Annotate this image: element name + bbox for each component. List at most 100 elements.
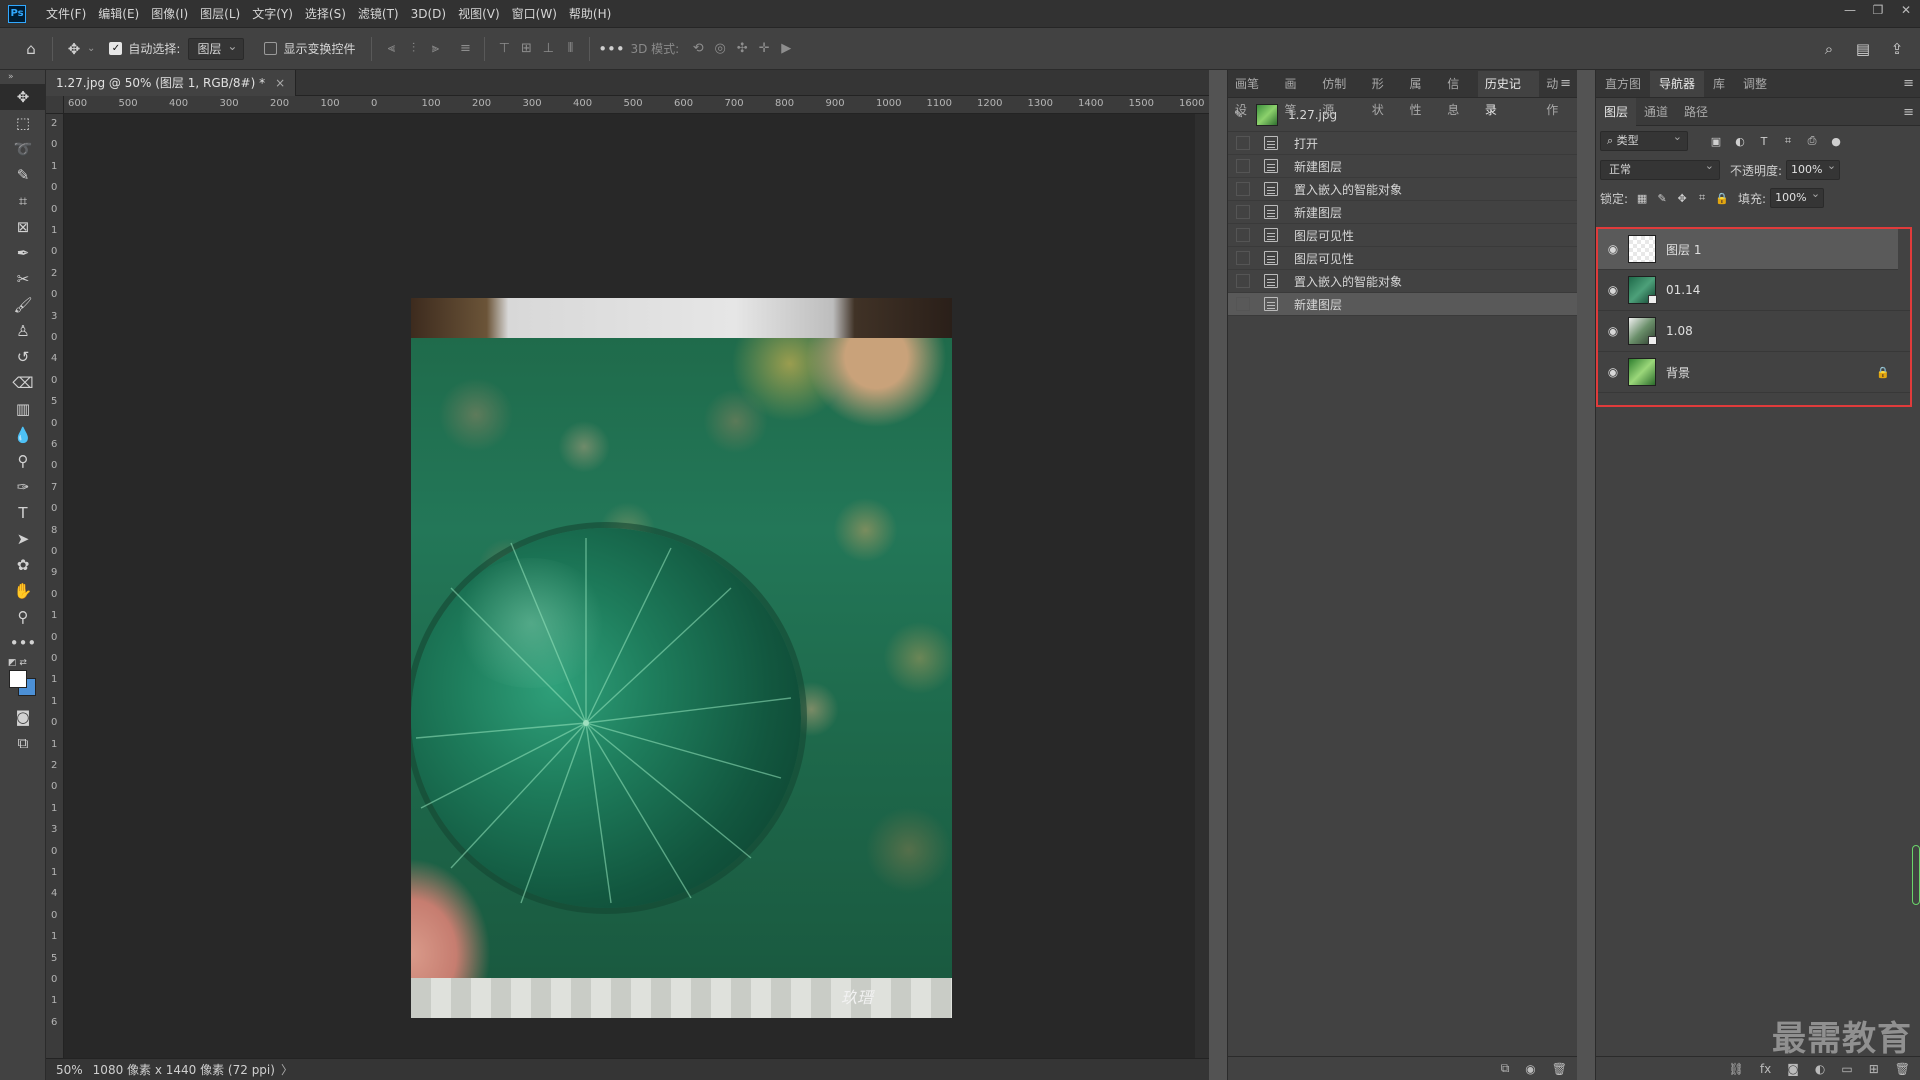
tab-history-panel[interactable]: 动作 — [1539, 71, 1577, 117]
zoom-tool-icon[interactable]: ⚲ — [0, 604, 46, 630]
minimize-icon[interactable]: — — [1836, 0, 1864, 20]
align-center-h-icon[interactable]: ⫶ — [402, 38, 424, 60]
history-brush-source-checkbox[interactable] — [1236, 274, 1250, 288]
tab-navigator-panel[interactable]: 直方图 — [1596, 71, 1650, 97]
create-snapshot-icon[interactable]: ◉ — [1525, 1062, 1535, 1076]
more-tools-icon[interactable]: ••• — [0, 630, 46, 656]
3d-drag-icon[interactable]: ✣ — [731, 38, 753, 60]
eyedropper-tool-icon[interactable]: ✒ — [0, 240, 46, 266]
tab-history-panel[interactable]: 历史记录 — [1477, 71, 1540, 117]
layer-row[interactable]: ◉ 背景 🔒 — [1598, 352, 1910, 393]
visibility-eye-icon[interactable]: ◉ — [1598, 242, 1628, 256]
toolbox-collapse-icon[interactable]: » — [0, 70, 45, 84]
panel-scroll-indicator[interactable] — [1912, 845, 1920, 905]
history-brush-tool-icon[interactable]: ↺ — [0, 344, 46, 370]
crop-tool-icon[interactable]: ⌗ — [0, 188, 46, 214]
layers-panel-menu-icon[interactable]: ≡ — [1903, 105, 1914, 120]
menu-item[interactable]: 编辑(E) — [92, 0, 145, 28]
history-brush-source-checkbox[interactable] — [1236, 297, 1250, 311]
frame-tool-icon[interactable]: ⊠ — [0, 214, 46, 240]
chevron-right-icon[interactable]: 〉 — [281, 1061, 293, 1078]
history-item[interactable]: 新建图层 — [1228, 293, 1577, 316]
menu-item[interactable]: 窗口(W) — [506, 0, 563, 28]
share-icon[interactable]: ⇪ — [1884, 36, 1910, 62]
history-item[interactable]: 置入嵌入的智能对象 — [1228, 270, 1577, 293]
link-layers-icon[interactable]: ⛓ — [1729, 1062, 1744, 1076]
menu-item[interactable]: 图层(L) — [194, 0, 246, 28]
panel-menu-icon[interactable]: ≡ — [1560, 76, 1571, 91]
history-item[interactable]: 新建图层 — [1228, 201, 1577, 224]
blur-tool-icon[interactable]: 💧 — [0, 422, 46, 448]
lock-position-icon[interactable]: ✥ — [1672, 188, 1692, 208]
history-item[interactable]: 置入嵌入的智能对象 — [1228, 178, 1577, 201]
path-select-tool-icon[interactable]: ➤ — [0, 526, 46, 552]
quick-mask-icon[interactable]: ◙ — [0, 704, 46, 730]
visibility-eye-icon[interactable]: ◉ — [1598, 324, 1628, 338]
layer-kind-filter[interactable]: ⌕ 类型 — [1600, 128, 1688, 151]
screen-mode-icon[interactable]: ⧉ — [0, 730, 46, 756]
align-right-icon[interactable]: ⫸ — [424, 38, 446, 60]
lock-artboard-icon[interactable]: ⌗ — [1692, 188, 1712, 208]
menu-item[interactable]: 图像(I) — [145, 0, 194, 28]
document-tab[interactable]: 1.27.jpg @ 50% (图层 1, RGB/8#) * × — [46, 70, 297, 96]
tab-history-panel[interactable]: 画笔设 — [1228, 71, 1278, 117]
tab-history-panel[interactable]: 形状 — [1365, 71, 1403, 117]
shape-filter-icon[interactable]: ⌗ — [1776, 131, 1800, 151]
adjustment-layer-icon[interactable]: ◐ — [1815, 1062, 1825, 1076]
panel-menu-icon[interactable]: ≡ — [1903, 76, 1914, 91]
filter-toggle-icon[interactable]: ● — [1824, 131, 1848, 151]
history-item[interactable]: 新建图层 — [1228, 155, 1577, 178]
menu-item[interactable]: 3D(D) — [405, 0, 452, 28]
close-icon[interactable]: ✕ — [1892, 0, 1920, 20]
fill-field[interactable]: 100% — [1770, 185, 1825, 208]
blend-mode-dropdown[interactable]: 正常 — [1600, 157, 1720, 180]
home-icon[interactable]: ⌂ — [18, 36, 44, 62]
vertical-scrollbar[interactable] — [1195, 114, 1209, 1058]
layer-row[interactable]: ◉ 1.08 — [1598, 311, 1910, 352]
delete-layer-icon[interactable]: 🗑 — [1895, 1062, 1910, 1076]
menu-item[interactable]: 滤镜(T) — [352, 0, 405, 28]
type-filter-icon[interactable]: T — [1752, 131, 1776, 151]
align-bottom-icon[interactable]: ⊥ — [537, 38, 559, 60]
ruler-origin[interactable] — [46, 96, 64, 114]
new-document-from-state-icon[interactable]: ⧉ — [1501, 1061, 1510, 1076]
tab-navigator-panel[interactable]: 库 — [1704, 71, 1734, 97]
tab-history-panel[interactable]: 仿制源 — [1315, 71, 1365, 117]
history-brush-source-checkbox[interactable] — [1236, 205, 1250, 219]
3d-slide-icon[interactable]: ✛ — [753, 38, 775, 60]
foreground-color-swatch[interactable] — [9, 670, 27, 688]
hand-tool-icon[interactable]: ✋ — [0, 578, 46, 604]
shape-tool-icon[interactable]: ✿ — [0, 552, 46, 578]
lasso-tool-icon[interactable]: ➰ — [0, 136, 46, 162]
3d-orbit-icon[interactable]: ⟲ — [687, 38, 709, 60]
swap-colors-icon[interactable]: ◩ ⇄ — [8, 658, 27, 668]
distribute-h-icon[interactable]: ≡ — [454, 38, 476, 60]
more-options-icon[interactable]: ••• — [598, 36, 625, 62]
tab-navigator-panel[interactable]: 导航器 — [1650, 71, 1705, 97]
menu-item[interactable]: 文件(F) — [40, 0, 92, 28]
tab-navigator-panel[interactable]: 调整 — [1734, 71, 1776, 97]
3d-camera-icon[interactable]: ▶ — [775, 38, 797, 60]
tab-layers-panel[interactable]: 图层 — [1596, 97, 1637, 126]
show-transform-checkbox[interactable] — [264, 42, 278, 55]
move-tool-icon[interactable]: ✥ — [61, 36, 87, 62]
history-brush-source-checkbox[interactable] — [1236, 159, 1250, 173]
marquee-tool-icon[interactable]: ⬚ — [0, 110, 46, 136]
history-brush-source-checkbox[interactable] — [1236, 182, 1250, 196]
history-item[interactable]: 图层可见性 — [1228, 247, 1577, 270]
adjustment-filter-icon[interactable]: ◐ — [1728, 131, 1752, 151]
menu-item[interactable]: 帮助(H) — [563, 0, 617, 28]
history-item[interactable]: 打开 — [1228, 132, 1577, 155]
history-brush-source-checkbox[interactable] — [1236, 251, 1250, 265]
lock-transparency-icon[interactable]: ▦ — [1632, 188, 1652, 208]
dodge-tool-icon[interactable]: ⚲ — [0, 448, 46, 474]
chevron-down-icon[interactable]: ⌄ — [87, 43, 95, 54]
zoom-level[interactable]: 50% — [56, 1063, 83, 1077]
add-mask-icon[interactable]: ◙ — [1787, 1062, 1799, 1076]
lock-all-icon[interactable]: 🔒 — [1712, 188, 1732, 208]
gradient-tool-icon[interactable]: ▥ — [0, 396, 46, 422]
new-group-icon[interactable]: ▭ — [1841, 1062, 1852, 1076]
layer-lock-icon[interactable]: 🔒 — [1876, 366, 1890, 379]
type-tool-icon[interactable]: T — [0, 500, 46, 526]
visibility-eye-icon[interactable]: ◉ — [1598, 365, 1628, 379]
